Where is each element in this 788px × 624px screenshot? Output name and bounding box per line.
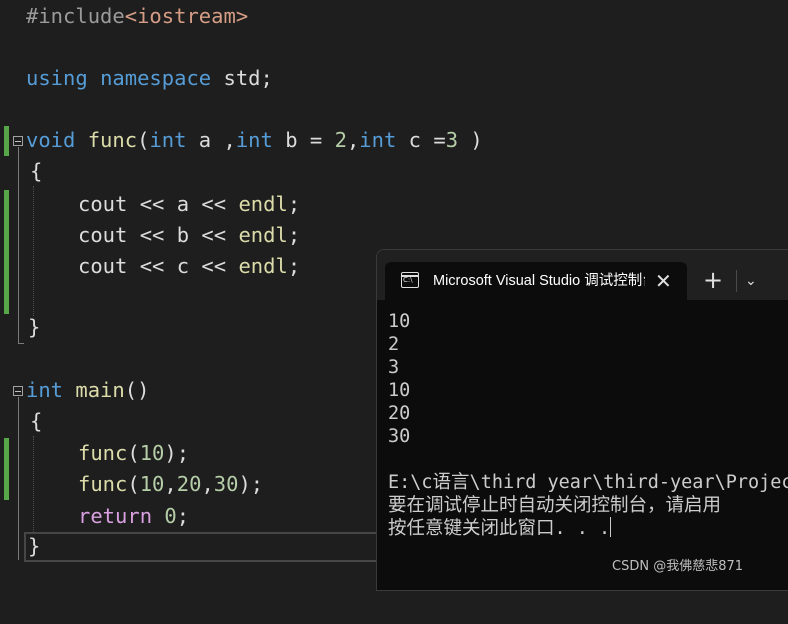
keyword-void: void bbox=[26, 128, 76, 152]
cout-keyword: cout bbox=[78, 192, 128, 216]
call-func: func bbox=[78, 441, 128, 465]
endl: endl bbox=[238, 254, 288, 278]
chevron-down-icon[interactable]: ⌄ bbox=[745, 262, 757, 300]
default-value-c: 3 bbox=[445, 128, 459, 152]
comma: , bbox=[346, 128, 360, 152]
code-line-6[interactable]: { bbox=[0, 156, 788, 187]
output-line-path: E:\c语言\third year\third-year\Project bbox=[388, 472, 788, 493]
stream-expr: << b << bbox=[127, 223, 239, 247]
output-line: 10 bbox=[388, 380, 411, 401]
keyword-namespace: namespace bbox=[100, 66, 212, 90]
text-cursor bbox=[610, 517, 612, 537]
type-int: int bbox=[235, 128, 273, 152]
semicolon: ; bbox=[287, 192, 301, 216]
keyword-return: return bbox=[78, 504, 153, 528]
semicolon: ; bbox=[287, 254, 301, 278]
main-function-name: main bbox=[75, 378, 125, 402]
open-brace: { bbox=[30, 409, 43, 433]
code-line-7[interactable]: cout << a << endl; bbox=[0, 189, 788, 220]
keyword-using: using bbox=[26, 66, 88, 90]
debug-console-window[interactable]: C:\ Microsoft Visual Studio 调试控制台 ✕ + ⌄ … bbox=[376, 249, 788, 591]
close-brace: } bbox=[28, 534, 41, 558]
output-line-prompt: 按任意键关闭此窗口. . . bbox=[388, 517, 612, 540]
close-icon[interactable]: ✕ bbox=[655, 262, 672, 300]
semicolon: ; bbox=[176, 504, 190, 528]
code-line-3[interactable]: using namespace std; bbox=[0, 63, 788, 94]
paren-close: ) bbox=[458, 128, 483, 152]
comma: , bbox=[164, 472, 177, 496]
tab-debug-console[interactable]: C:\ Microsoft Visual Studio 调试控制台 ✕ bbox=[385, 262, 687, 300]
output-line-hint: 要在调试停止时自动关闭控制台，请启用 bbox=[388, 495, 722, 516]
output-line: 2 bbox=[388, 334, 400, 355]
plus-icon[interactable]: + bbox=[703, 262, 723, 300]
tab-title: Microsoft Visual Studio 调试控制台 bbox=[433, 273, 645, 289]
paren-close: ); bbox=[164, 441, 190, 465]
param-a: a , bbox=[186, 128, 236, 152]
paren-open: ( bbox=[137, 128, 150, 152]
arg-number: 10 bbox=[139, 472, 165, 496]
param-c: c = bbox=[396, 128, 446, 152]
paren-close: ); bbox=[238, 472, 264, 496]
output-line: 30 bbox=[388, 426, 411, 447]
parens: () bbox=[124, 378, 150, 402]
arg-number: 20 bbox=[176, 472, 202, 496]
keyword-int: int bbox=[26, 378, 64, 402]
open-brace: { bbox=[30, 159, 43, 183]
tab-divider bbox=[736, 270, 737, 292]
type-int: int bbox=[359, 128, 397, 152]
code-line-8[interactable]: cout << b << endl; bbox=[0, 220, 788, 251]
console-icon: C:\ bbox=[401, 272, 419, 288]
param-b: b = bbox=[272, 128, 335, 152]
namespace-std: std; bbox=[211, 66, 273, 90]
arg-number: 10 bbox=[139, 441, 165, 465]
preprocessor-directive: #include bbox=[26, 4, 125, 28]
output-line: 3 bbox=[388, 357, 400, 378]
comma: , bbox=[201, 472, 214, 496]
include-header: <iostream> bbox=[124, 4, 249, 28]
endl: endl bbox=[238, 192, 288, 216]
return-value: 0 bbox=[164, 504, 177, 528]
code-line-1[interactable]: #include<iostream> bbox=[0, 1, 788, 32]
output-line: 10 bbox=[388, 311, 411, 332]
call-func: func bbox=[78, 472, 128, 496]
endl: endl bbox=[238, 223, 288, 247]
stream-expr: << a << bbox=[127, 192, 239, 216]
function-name: func bbox=[87, 128, 138, 152]
type-int: int bbox=[149, 128, 187, 152]
close-brace: } bbox=[28, 315, 41, 339]
default-value-b: 2 bbox=[334, 128, 347, 152]
output-line: 20 bbox=[388, 403, 411, 424]
prompt-text: 按任意键关闭此窗口. . . bbox=[388, 518, 611, 539]
arg-number: 30 bbox=[213, 472, 239, 496]
terminal-tab-bar: C:\ Microsoft Visual Studio 调试控制台 ✕ + ⌄ bbox=[377, 250, 788, 300]
cout-keyword: cout bbox=[78, 223, 128, 247]
watermark: CSDN @我佛慈悲871 bbox=[612, 559, 744, 574]
cout-keyword: cout bbox=[78, 254, 128, 278]
stream-expr: << c << bbox=[127, 254, 239, 278]
code-line-5[interactable]: void func(int a ,int b = 2,int c =3 ) bbox=[0, 125, 788, 156]
semicolon: ; bbox=[287, 223, 301, 247]
paren-open: ( bbox=[127, 441, 140, 465]
paren-open: ( bbox=[127, 472, 140, 496]
